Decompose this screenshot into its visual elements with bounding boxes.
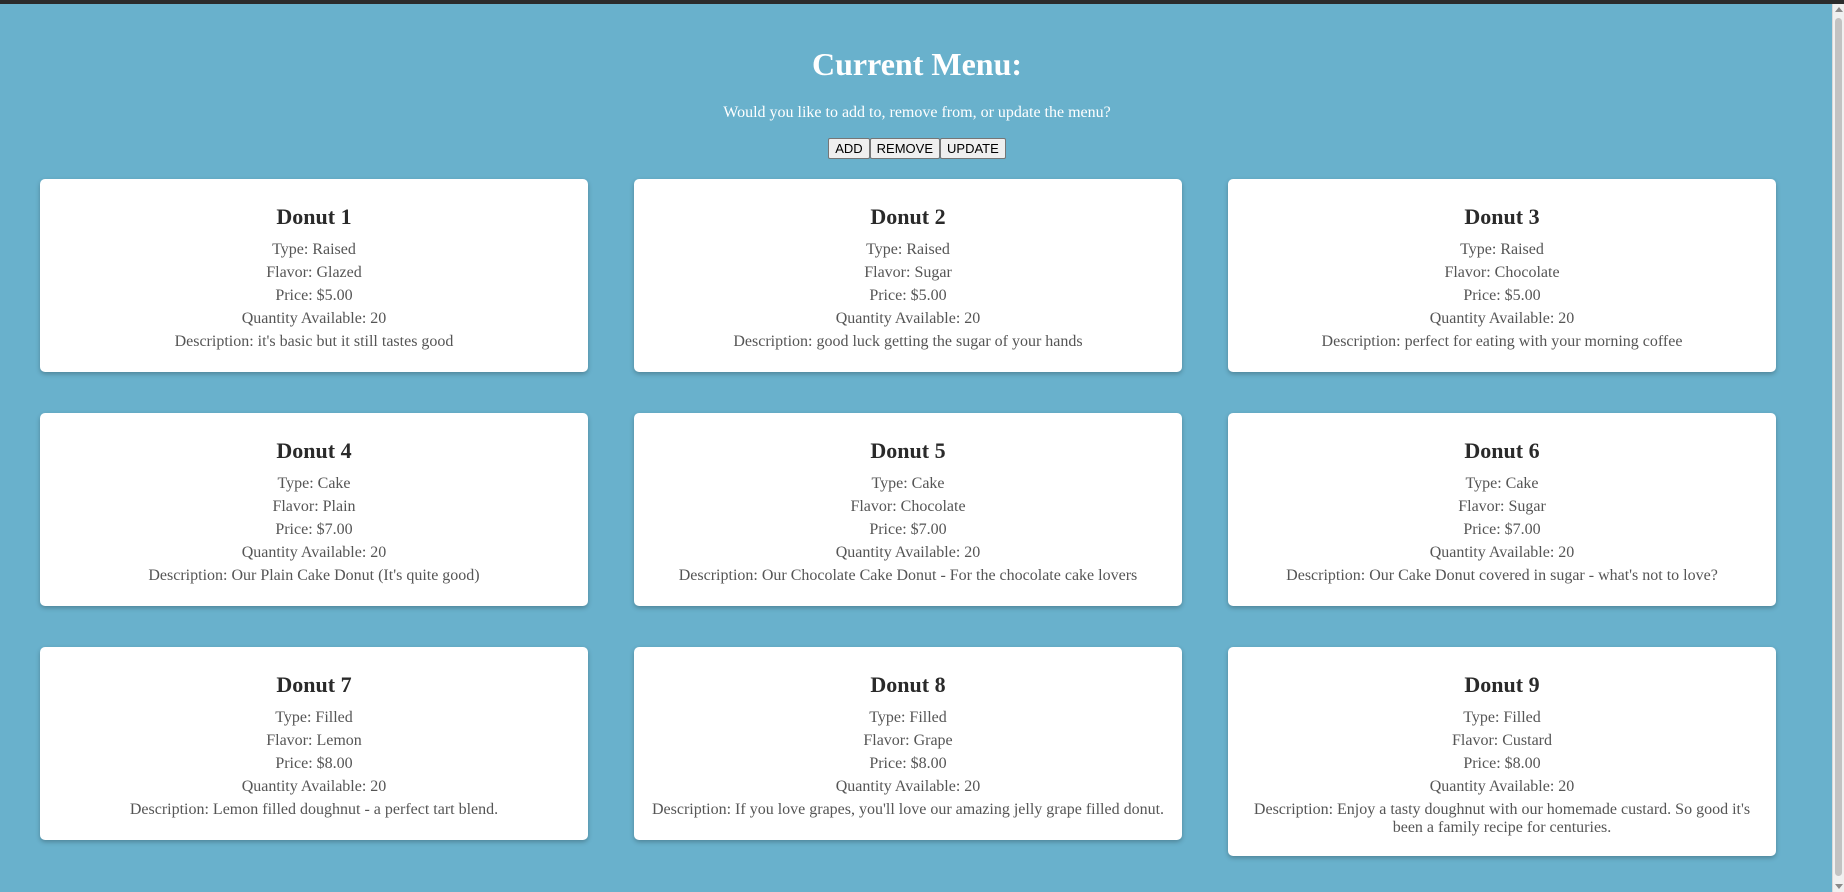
scroll-down-arrow-icon[interactable] — [1835, 884, 1843, 889]
donut-price: Price: $8.00 — [869, 755, 947, 772]
donut-flavor: Flavor: Chocolate — [1444, 264, 1560, 281]
donut-name: Donut 5 — [870, 438, 946, 463]
donut-card: Donut 8 Type: Filled Flavor: Grape Price… — [634, 647, 1182, 840]
donut-quantity: Quantity Available: 20 — [1429, 310, 1575, 327]
donut-quantity: Quantity Available: 20 — [835, 778, 981, 795]
donut-type: Type: Filled — [869, 709, 947, 726]
donut-description: Description: Our Cake Donut covered in s… — [1286, 567, 1718, 584]
donut-type: Type: Raised — [272, 241, 356, 258]
donut-price: Price: $5.00 — [1463, 287, 1541, 304]
donut-description: Description: it's basic but it still tas… — [174, 333, 454, 350]
browser-top-edge — [0, 0, 1844, 4]
donut-card: Donut 3 Type: Raised Flavor: Chocolate P… — [1228, 179, 1776, 372]
donut-quantity: Quantity Available: 20 — [1429, 778, 1575, 795]
donut-type: Type: Raised — [1460, 241, 1544, 258]
update-button[interactable]: UPDATE — [940, 138, 1006, 159]
donut-flavor: Flavor: Glazed — [266, 264, 362, 281]
donut-name: Donut 2 — [870, 204, 946, 229]
donut-price: Price: $5.00 — [275, 287, 353, 304]
donut-quantity: Quantity Available: 20 — [241, 310, 387, 327]
remove-button[interactable]: REMOVE — [869, 138, 941, 159]
donut-quantity: Quantity Available: 20 — [1429, 544, 1575, 561]
page-title: Current Menu: — [811, 46, 1023, 82]
donut-description: Description: Our Chocolate Cake Donut - … — [678, 567, 1138, 584]
donut-flavor: Flavor: Lemon — [266, 732, 362, 749]
donut-flavor: Flavor: Custard — [1452, 732, 1552, 749]
donut-quantity: Quantity Available: 20 — [835, 310, 981, 327]
scrollbar-thumb[interactable] — [1835, 18, 1842, 876]
donut-flavor: Flavor: Grape — [863, 732, 953, 749]
donut-card: Donut 5 Type: Cake Flavor: Chocolate Pri… — [634, 413, 1182, 606]
donut-flavor: Flavor: Plain — [272, 498, 356, 515]
donut-type: Type: Cake — [277, 475, 351, 492]
add-button[interactable]: ADD — [828, 138, 870, 159]
donut-name: Donut 4 — [276, 438, 352, 463]
donut-flavor: Flavor: Chocolate — [850, 498, 966, 515]
donut-description: Description: Lemon filled doughnut - a p… — [129, 801, 499, 818]
vertical-scrollbar[interactable] — [1832, 4, 1844, 892]
donut-description: Description: Our Plain Cake Donut (It's … — [148, 567, 480, 584]
donut-name: Donut 3 — [1464, 204, 1540, 229]
donut-price: Price: $8.00 — [1463, 755, 1541, 772]
donut-name: Donut 7 — [276, 672, 352, 697]
donut-price: Price: $5.00 — [869, 287, 947, 304]
donut-card-grid: Donut 1 Type: Raised Flavor: Glazed Pric… — [40, 179, 1776, 856]
donut-flavor: Flavor: Sugar — [1458, 498, 1546, 515]
donut-card: Donut 6 Type: Cake Flavor: Sugar Price: … — [1228, 413, 1776, 606]
donut-type: Type: Cake — [871, 475, 945, 492]
donut-description: Description: perfect for eating with you… — [1321, 333, 1683, 350]
menu-action-buttons: ADD REMOVE UPDATE — [0, 138, 1834, 159]
donut-name: Donut 6 — [1464, 438, 1540, 463]
donut-card: Donut 2 Type: Raised Flavor: Sugar Price… — [634, 179, 1182, 372]
donut-name: Donut 1 — [276, 204, 352, 229]
donut-price: Price: $7.00 — [869, 521, 947, 538]
donut-type: Type: Raised — [866, 241, 950, 258]
donut-type: Type: Filled — [275, 709, 353, 726]
donut-card: Donut 9 Type: Filled Flavor: Custard Pri… — [1228, 647, 1776, 856]
donut-price: Price: $8.00 — [275, 755, 353, 772]
donut-card: Donut 4 Type: Cake Flavor: Plain Price: … — [40, 413, 588, 606]
donut-quantity: Quantity Available: 20 — [241, 544, 387, 561]
donut-name: Donut 8 — [870, 672, 946, 697]
donut-price: Price: $7.00 — [275, 521, 353, 538]
donut-price: Price: $7.00 — [1463, 521, 1541, 538]
donut-description: Description: Enjoy a tasty doughnut with… — [1253, 801, 1751, 836]
donut-quantity: Quantity Available: 20 — [241, 778, 387, 795]
donut-card: Donut 7 Type: Filled Flavor: Lemon Price… — [40, 647, 588, 840]
donut-type: Type: Filled — [1463, 709, 1541, 726]
scroll-up-arrow-icon[interactable] — [1835, 7, 1843, 12]
donut-quantity: Quantity Available: 20 — [835, 544, 981, 561]
donut-description: Description: good luck getting the sugar… — [733, 333, 1083, 350]
donut-type: Type: Cake — [1465, 475, 1539, 492]
menu-prompt: Would you like to add to, remove from, o… — [723, 104, 1111, 121]
donut-card: Donut 1 Type: Raised Flavor: Glazed Pric… — [40, 179, 588, 372]
donut-name: Donut 9 — [1464, 672, 1540, 697]
donut-description: Description: If you love grapes, you'll … — [651, 801, 1165, 818]
donut-flavor: Flavor: Sugar — [864, 264, 952, 281]
